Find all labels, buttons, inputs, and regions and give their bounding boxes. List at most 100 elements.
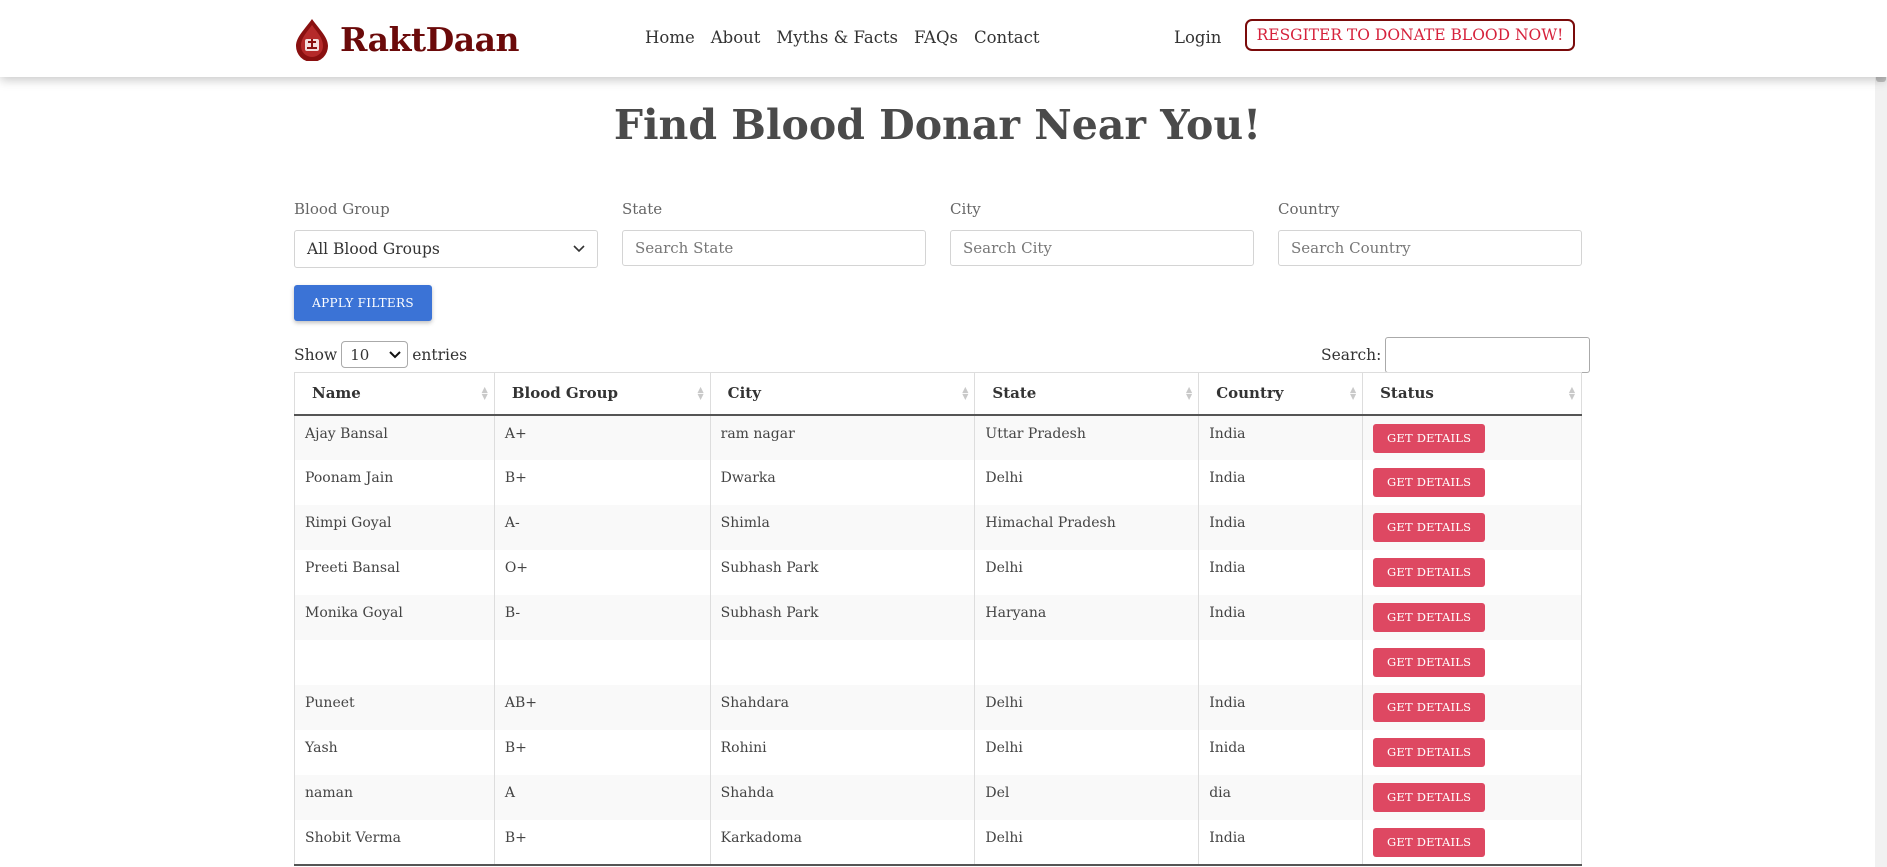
- get-details-button[interactable]: GET DETAILS: [1373, 782, 1486, 812]
- table-row: Preeti Bansal O+ Subhash Park Delhi Indi…: [294, 549, 1582, 595]
- column-header-blood-group[interactable]: Blood Group ▲ ▼: [493, 372, 711, 416]
- column-header-city[interactable]: City ▲ ▼: [709, 372, 975, 416]
- cell-country: India: [1198, 594, 1363, 640]
- brand[interactable]: RaktDaan: [290, 17, 520, 61]
- get-details-button[interactable]: GET DETAILS: [1373, 827, 1486, 857]
- register-donate-button[interactable]: RESGITER TO DONATE BLOOD NOW!: [1245, 19, 1575, 51]
- cell-name: Rimpi Goyal: [294, 504, 495, 550]
- cell-status: GET DETAILS: [1362, 684, 1582, 730]
- nav-myths-facts[interactable]: Myths & Facts: [776, 28, 898, 47]
- page-scrollbar[interactable]: [1875, 0, 1887, 867]
- country-input[interactable]: [1278, 230, 1582, 266]
- cell-status: GET DETAILS: [1362, 774, 1582, 820]
- cell-country: India: [1198, 684, 1363, 730]
- cell-name: Yash: [294, 729, 495, 775]
- sort-icon: ▲ ▼: [1186, 384, 1193, 401]
- blood-group-value: All Blood Groups: [307, 240, 440, 258]
- entries-length-control: Show 10 entries: [294, 341, 467, 368]
- table-search-input[interactable]: [1385, 337, 1591, 373]
- table-row: naman A Shahda Del dia GET DETAILS: [294, 774, 1582, 820]
- cell-country: India: [1198, 414, 1363, 460]
- table-row: Puneet AB+ Shahdara Delhi India GET DETA…: [294, 684, 1582, 730]
- city-filter: City: [950, 200, 1254, 266]
- cell-blood-group: B+: [493, 459, 711, 505]
- get-details-button[interactable]: GET DETAILS: [1373, 423, 1486, 453]
- table-row: Ajay Bansal A+ ram nagar Uttar Pradesh I…: [294, 414, 1582, 460]
- cell-status: GET DETAILS: [1362, 549, 1582, 595]
- apply-filters-button[interactable]: APPLY FILTERS: [294, 285, 432, 321]
- show-label: Show: [294, 345, 338, 364]
- get-details-button[interactable]: GET DETAILS: [1373, 647, 1486, 677]
- get-details-button[interactable]: GET DETAILS: [1373, 557, 1486, 587]
- cell-city: ram nagar: [709, 414, 975, 460]
- nav-home[interactable]: Home: [645, 28, 695, 47]
- cell-country: India: [1198, 459, 1363, 505]
- get-details-button[interactable]: GET DETAILS: [1373, 737, 1486, 767]
- cell-status: GET DETAILS: [1362, 414, 1582, 460]
- nav-about[interactable]: About: [711, 28, 761, 47]
- table-search-control: Search:: [1321, 337, 1591, 373]
- table-row: GET DETAILS: [294, 639, 1582, 685]
- table-search-label: Search:: [1321, 346, 1382, 364]
- column-header-status[interactable]: Status ▲ ▼: [1362, 372, 1582, 416]
- cell-name: [294, 639, 495, 685]
- table-row: Shobit Verma B+ Karkadoma Delhi India GE…: [294, 819, 1582, 865]
- state-label: State: [622, 200, 663, 218]
- cell-blood-group: B-: [493, 594, 711, 640]
- city-input[interactable]: [950, 230, 1254, 266]
- cell-status: GET DETAILS: [1362, 729, 1582, 775]
- table-row: Rimpi Goyal A- Shimla Himachal Pradesh I…: [294, 504, 1582, 550]
- column-header-name[interactable]: Name ▲ ▼: [294, 372, 495, 416]
- cell-country: Inida: [1198, 729, 1363, 775]
- sort-icon: ▲ ▼: [1349, 384, 1357, 401]
- cell-status: GET DETAILS: [1362, 594, 1582, 640]
- cell-blood-group: A+: [493, 414, 711, 460]
- column-header-label: Name: [312, 384, 361, 403]
- nav-contact[interactable]: Contact: [974, 28, 1040, 47]
- country-filter: Country: [1278, 200, 1582, 266]
- login-link[interactable]: Login: [1174, 28, 1221, 47]
- column-header-country[interactable]: Country ▲ ▼: [1198, 372, 1363, 416]
- cell-name: naman: [294, 774, 495, 820]
- cell-name: Poonam Jain: [294, 459, 495, 505]
- cell-country: India: [1198, 819, 1363, 865]
- get-details-button[interactable]: GET DETAILS: [1373, 467, 1486, 497]
- column-header-label: Status: [1380, 384, 1434, 403]
- column-header-state[interactable]: State ▲ ▼: [974, 372, 1199, 416]
- nav-faqs[interactable]: FAQs: [914, 28, 958, 47]
- cell-city: Shimla: [709, 504, 975, 550]
- cell-city: Subhash Park: [709, 549, 975, 595]
- cell-blood-group: [493, 639, 711, 685]
- donors-table: Name ▲ ▼ Blood Group ▲ ▼ City ▲ ▼ State ▲ ▼ Coun…: [294, 372, 1582, 865]
- get-details-button[interactable]: GET DETAILS: [1373, 512, 1486, 542]
- table-row: Yash B+ Rohini Delhi Inida GET DETAILS: [294, 729, 1582, 775]
- column-header-label: Blood Group: [511, 384, 619, 403]
- cell-name: Monika Goyal: [294, 594, 495, 640]
- sort-icon: ▲ ▼: [962, 384, 969, 401]
- sort-icon: ▲ ▼: [481, 384, 488, 401]
- brand-name: RaktDaan: [340, 19, 520, 59]
- column-header-label: City: [727, 384, 761, 403]
- entries-label: entries: [412, 345, 468, 364]
- table-row: Monika Goyal B- Subhash Park Haryana Ind…: [294, 594, 1582, 640]
- get-details-button[interactable]: GET DETAILS: [1373, 602, 1486, 632]
- cell-blood-group: B+: [493, 819, 711, 865]
- cell-country: dia: [1198, 774, 1363, 820]
- blood-group-filter: Blood Group All Blood Groups: [294, 200, 598, 268]
- state-filter: State: [622, 200, 926, 266]
- cell-state: [974, 639, 1199, 685]
- cell-blood-group: AB+: [493, 684, 711, 730]
- cell-state: Delhi: [974, 684, 1199, 730]
- blood-group-select[interactable]: All Blood Groups: [294, 230, 598, 268]
- cell-country: India: [1198, 549, 1363, 595]
- cell-country: [1198, 639, 1363, 685]
- cell-city: Karkadoma: [709, 819, 975, 865]
- state-input[interactable]: [622, 230, 926, 266]
- blood-group-label: Blood Group: [294, 200, 390, 218]
- get-details-button[interactable]: GET DETAILS: [1373, 692, 1486, 722]
- entries-select[interactable]: 10: [341, 341, 409, 368]
- cell-status: GET DETAILS: [1362, 504, 1582, 550]
- entries-value: 10: [350, 345, 370, 364]
- cell-state: Del: [974, 774, 1199, 820]
- cell-name: Puneet: [294, 684, 495, 730]
